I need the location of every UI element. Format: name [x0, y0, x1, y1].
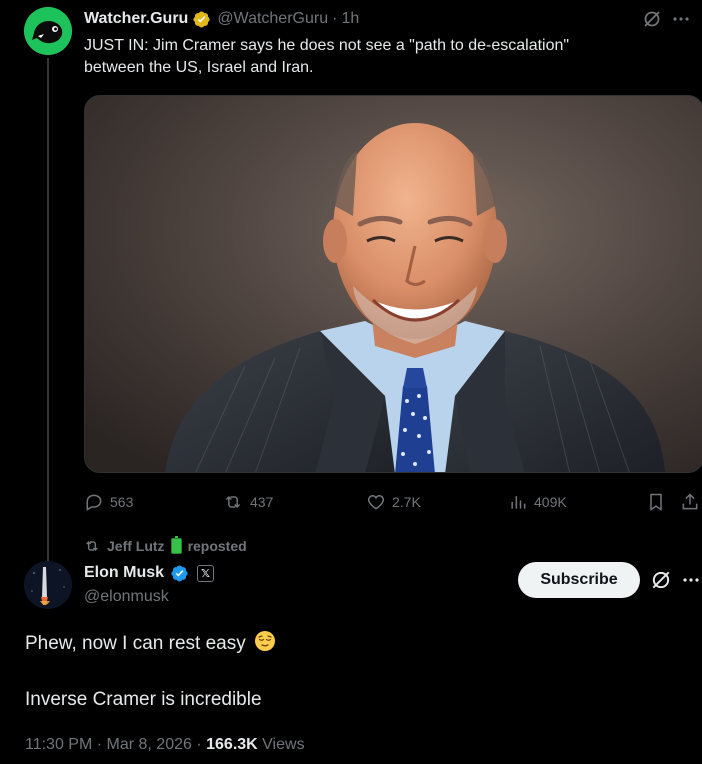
rocket-avatar-icon [24, 561, 72, 609]
quoted-handle[interactable]: @WatcherGuru [217, 10, 328, 28]
tweet-media-image[interactable] [84, 95, 702, 473]
reposter-name[interactable]: Jeff Lutz [107, 538, 165, 554]
blue-verified-icon[interactable] [170, 564, 189, 583]
quoted-text-line-2: between the US, Israel and Iran. [84, 59, 314, 76]
relieved-face-emoji-icon [254, 630, 276, 659]
quoted-separator: · [332, 10, 338, 27]
repost-banner: Jeff Lutz reposted [83, 536, 247, 555]
repost-icon [225, 495, 241, 509]
quoted-tweet-header: Watcher.Guru @WatcherGuru · 1h [84, 9, 359, 29]
main-tweet-actions [650, 569, 700, 591]
quoted-engagement-bar: 563 437 2.7K 409K [84, 490, 702, 514]
repost-action-label: reposted [187, 538, 247, 554]
quoted-tweet-actions [642, 9, 690, 29]
reply-button[interactable]: 563 [84, 490, 133, 514]
quoted-display-name[interactable]: Watcher.Guru [84, 10, 188, 28]
repost-small-icon [86, 540, 98, 552]
reply-icon [86, 494, 102, 511]
like-count: 2.7K [392, 494, 421, 510]
main-text-line-2: Inverse Cramer is incredible [25, 689, 262, 710]
grok-icon[interactable] [642, 9, 662, 29]
quoted-time[interactable]: 1h [341, 10, 359, 28]
main-display-name[interactable]: Elon Musk [84, 564, 164, 582]
repost-button[interactable]: 437 [222, 490, 273, 514]
battery-icon [170, 536, 182, 554]
watcher-guru-logo-icon [24, 7, 72, 55]
views-button[interactable]: 409K [508, 490, 567, 514]
tweet-views-count: 166.3K [206, 736, 258, 753]
share-icon [682, 493, 698, 510]
bookmark-icon [650, 493, 662, 511]
grok-icon[interactable] [650, 569, 672, 591]
tweet-views-label: Views [262, 736, 305, 753]
reply-count: 563 [110, 494, 134, 510]
more-options-icon[interactable] [672, 10, 690, 28]
tweet-timestamp[interactable]: 11:30 PM · Mar 8, 2026 · [25, 736, 202, 753]
quoted-tweet-text: JUST IN: Jim Cramer says he does not see… [84, 35, 684, 79]
repost-count: 437 [250, 494, 274, 510]
x-affiliation-badge[interactable]: 𝕏 [197, 564, 215, 582]
main-tweet-line-1: Phew, now I can rest easy [25, 630, 276, 659]
main-handle[interactable]: @elonmusk [84, 588, 169, 606]
share-button[interactable] [680, 490, 700, 514]
main-text-line-1: Phew, now I can rest easy [25, 633, 246, 654]
watcher-guru-avatar[interactable] [24, 7, 72, 55]
main-tweet-header: Elon Musk 𝕏 [84, 563, 215, 583]
bookmark-button[interactable] [646, 490, 666, 514]
heart-icon [367, 494, 385, 510]
more-options-icon[interactable] [682, 571, 700, 589]
elon-musk-avatar[interactable] [24, 561, 72, 609]
views-count: 409K [534, 494, 567, 510]
portrait-photo [85, 96, 702, 472]
views-chart-icon [511, 496, 526, 509]
tweet-meta: 11:30 PM · Mar 8, 2026 · 166.3K Views [25, 736, 305, 754]
like-button[interactable]: 2.7K [366, 490, 421, 514]
gold-verified-icon[interactable] [192, 10, 211, 29]
quoted-text-line-1: JUST IN: Jim Cramer says he does not see… [84, 37, 570, 54]
subscribe-button[interactable]: Subscribe [518, 562, 640, 598]
thread-connector-line [47, 58, 49, 563]
